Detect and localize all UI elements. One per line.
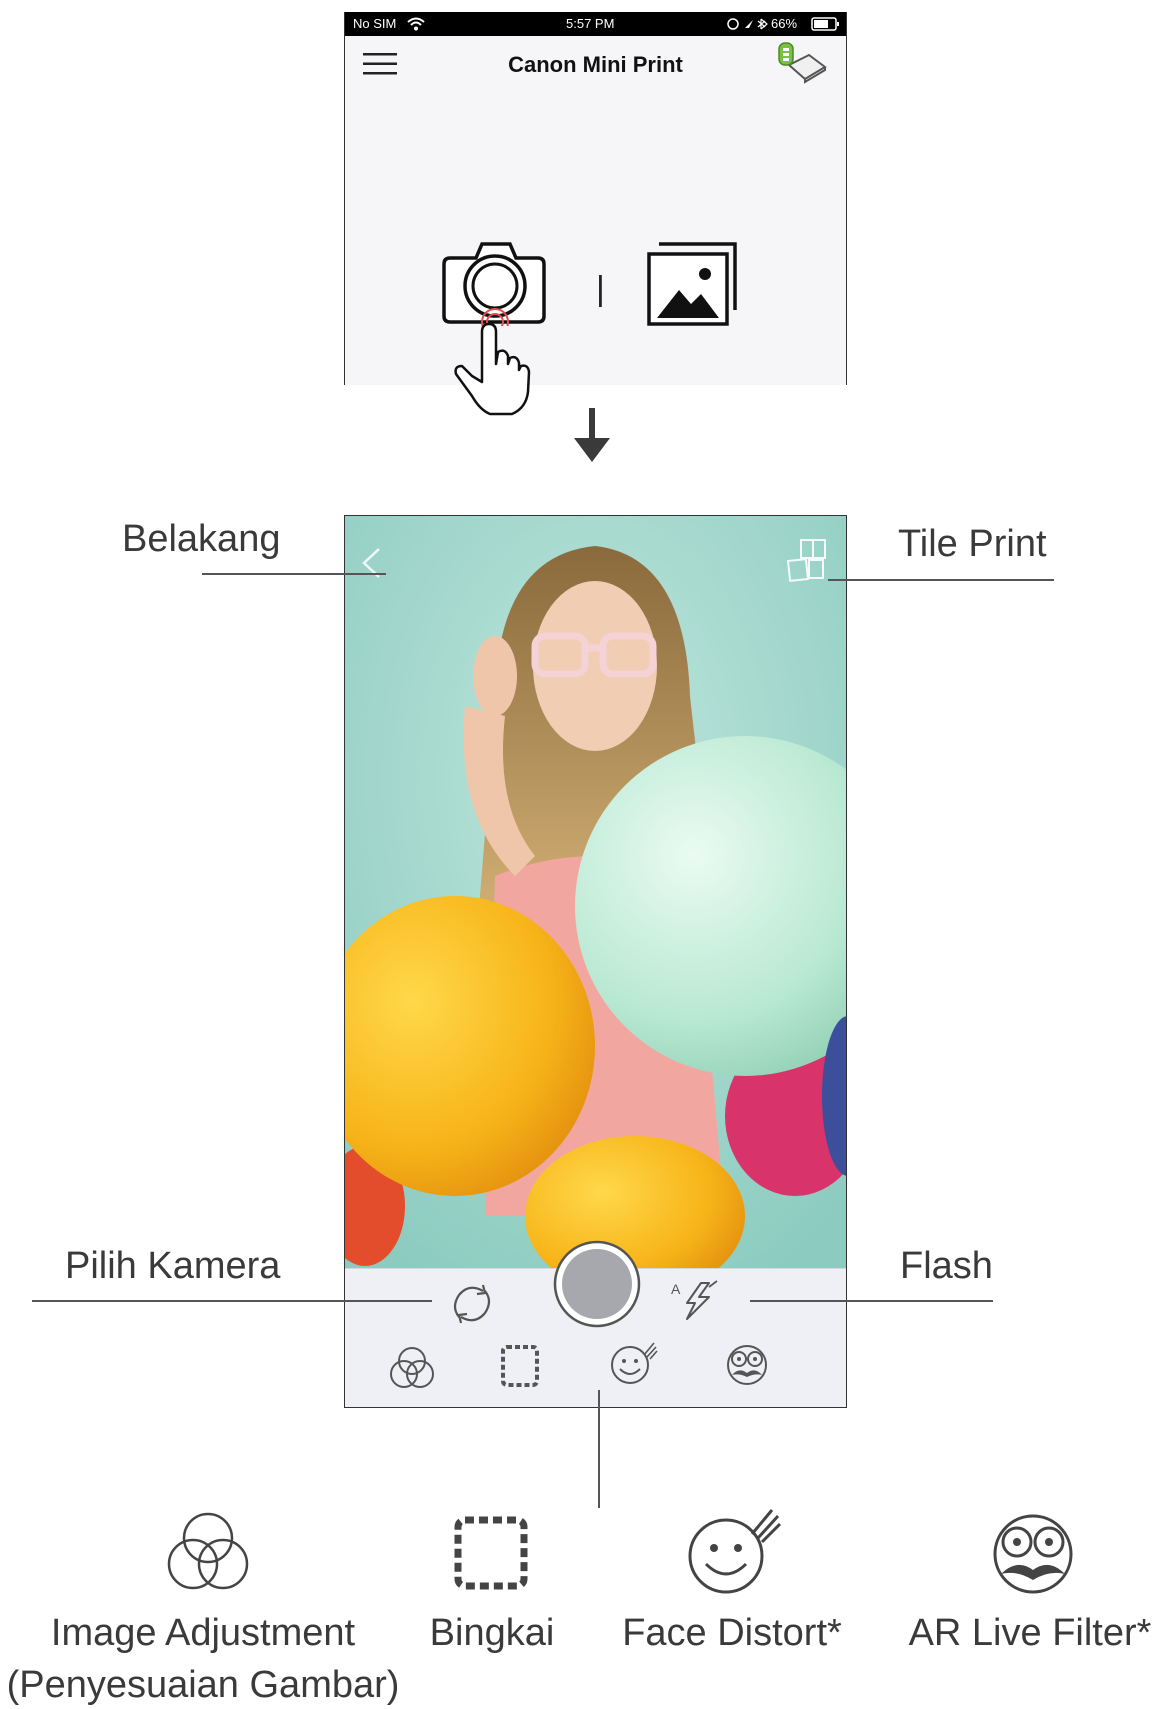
camera-toolbar: A: [345, 1240, 846, 1407]
legend-face-distort-label: Face Distort*: [622, 1612, 842, 1654]
legend-ar-live-filter-label: AR Live Filter*: [908, 1612, 1152, 1654]
callout-back-line: [202, 573, 386, 575]
ar-live-filter-icon[interactable]: [722, 1339, 772, 1387]
callout-flash-line: [750, 1300, 993, 1302]
frame-icon[interactable]: [500, 1344, 540, 1388]
status-bar: No SIM 5:57 PM 66%: [345, 12, 846, 36]
app-title: Canon Mini Print: [508, 52, 683, 77]
wifi-icon: [407, 17, 425, 31]
back-chevron-icon[interactable]: [359, 546, 385, 580]
callout-tile-print: Tile Print: [898, 523, 1047, 565]
home-screen: No SIM 5:57 PM 66% Canon Mini Print |: [344, 12, 847, 385]
callout-back: Belakang: [122, 518, 281, 560]
clock: 5:57 PM: [566, 16, 615, 31]
carrier-label: No SIM: [353, 16, 397, 31]
callout-flash: Flash: [900, 1245, 993, 1287]
face-distort-icon[interactable]: [610, 1339, 658, 1387]
legend-image-adjustment-sublabel: (Penyesuaian Gambar): [6, 1664, 400, 1706]
tap-hand-icon: [454, 322, 531, 416]
switch-camera-icon[interactable]: [449, 1281, 495, 1327]
arrow-down-icon: [574, 408, 610, 462]
legend-frame-label: Bingkai: [429, 1612, 555, 1654]
camera-preview: [345, 516, 846, 1268]
battery-percent: 66%: [771, 16, 798, 31]
callout-tile-print-line: [828, 579, 1054, 581]
separator: |: [596, 270, 605, 308]
gallery-icon[interactable]: [645, 240, 745, 330]
legend-image-adjustment-icon: [167, 1512, 249, 1590]
legend-image-adjustment-label: Image Adjustment: [50, 1612, 356, 1654]
legend-face-distort-icon: [688, 1509, 782, 1594]
callout-switch-camera: Pilih Kamera: [65, 1245, 281, 1287]
shutter-button[interactable]: [552, 1239, 642, 1329]
battery-icon: [811, 17, 839, 31]
callout-tools-line: [598, 1390, 600, 1508]
status-icons: [727, 18, 768, 30]
tile-print-icon[interactable]: [787, 538, 827, 584]
legend-frame-icon: [454, 1516, 528, 1590]
callout-switch-camera-line: [32, 1300, 432, 1302]
legend-ar-live-filter-icon: [993, 1514, 1073, 1594]
image-adjustment-icon[interactable]: [387, 1344, 437, 1392]
flash-icon[interactable]: [679, 1279, 719, 1323]
preview-photo: [345, 516, 846, 1268]
camera-icon[interactable]: [440, 236, 550, 326]
camera-screen: A: [344, 515, 847, 1408]
